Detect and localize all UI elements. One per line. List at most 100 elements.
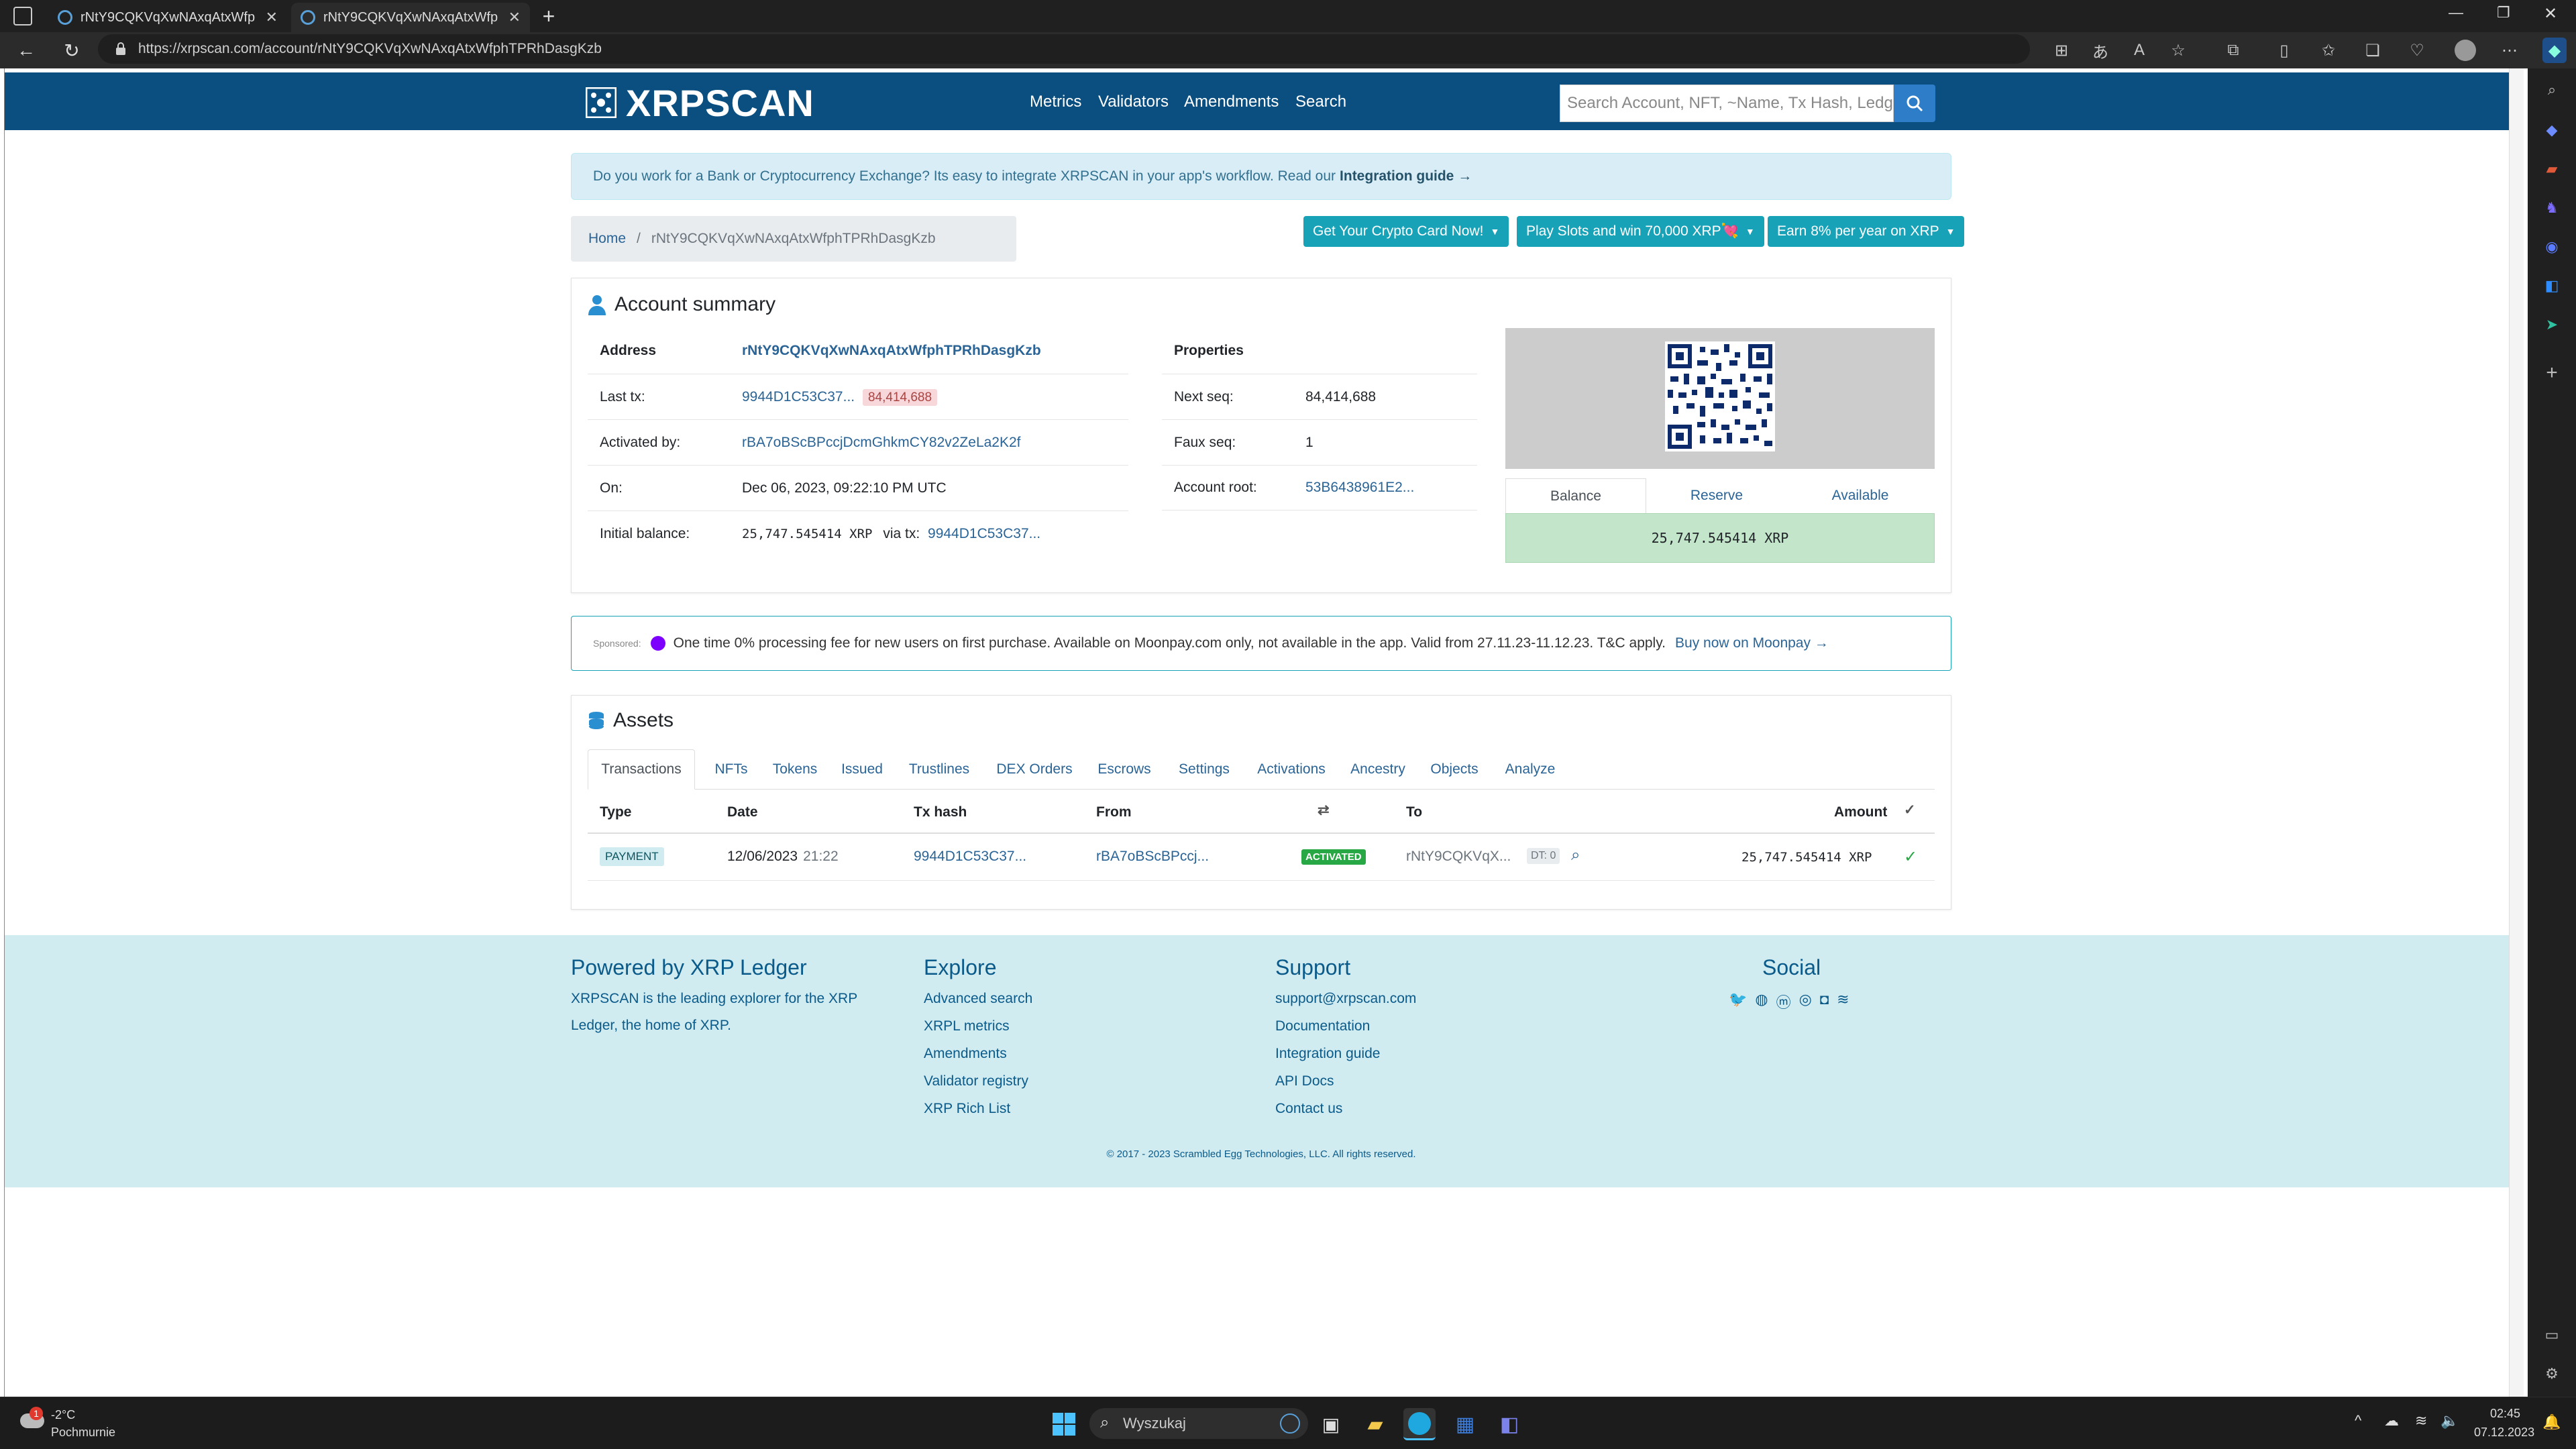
footer-link-rich-list[interactable]: XRP Rich List [924,1101,1032,1117]
app-grid-icon[interactable]: ⊞ [2049,38,2074,63]
nav-search[interactable]: Search [1295,93,1346,111]
page-scrollbar[interactable] [2509,68,2524,1397]
sidebar-add-icon[interactable]: + [2540,361,2564,385]
breadcrumb-home[interactable]: Home [588,231,626,247]
slots-dropdown[interactable]: Play Slots and win 70,000 XRP💘 ▼ [1517,216,1764,247]
tab-nfts[interactable]: NFTs [703,749,759,790]
sidebar-search-icon[interactable]: ⌕ [2540,78,2564,102]
twitter-icon[interactable]: 🐦 [1729,991,1747,1012]
via-tx-link[interactable]: 9944D1C53C37... [928,526,1040,541]
magnifier-icon[interactable]: ⌕ [1571,846,1580,865]
tab-trustlines[interactable]: Trustlines [898,749,981,790]
github-icon[interactable]: ◎ [1799,991,1812,1012]
store-icon[interactable]: ▦ [1449,1408,1481,1440]
tx-hash-link[interactable]: 9944D1C53C37... [914,849,1026,865]
browser-tab-1[interactable]: rNtY9CQKVqXwNAxqAtxWfphTPRhDasgKzb ✕ [48,3,287,32]
tab-balance[interactable]: Balance [1505,478,1646,513]
clock-time[interactable]: 02:45 [2490,1407,2520,1421]
minimize-icon[interactable]: — [2449,4,2463,21]
nav-validators[interactable]: Validators [1098,93,1169,111]
notification-bell-icon[interactable]: 🔔 [2542,1413,2561,1431]
new-tab-icon[interactable]: + [537,4,561,28]
footer-link-xrpl-metrics[interactable]: XRPL metrics [924,1018,1032,1034]
instagram-icon[interactable]: ◘ [1820,991,1829,1012]
url-field[interactable]: https://xrpscan.com/account/rNtY9CQKVqXw… [98,34,2030,64]
read-aloud-icon[interactable]: A [2127,38,2152,63]
sidebar-tools-icon[interactable]: ▰ [2540,157,2564,181]
wifi-icon[interactable]: ≋ [2415,1412,2427,1430]
sidebar-office-icon[interactable]: ◉ [2540,235,2564,259]
tab-actions-icon[interactable] [13,7,32,25]
tab-activations[interactable]: Activations [1248,749,1335,790]
tab-settings[interactable]: Settings [1167,749,1241,790]
account-root-link[interactable]: 53B6438961E2... [1305,480,1414,496]
moonpay-link[interactable]: Buy now on Moonpay → [1675,635,1829,651]
address-link[interactable]: rNtY9CQKVqXwNAxqAtxWfphTPRhDasgKzb [742,343,1041,359]
search-button[interactable] [1894,85,1935,122]
copilot-icon[interactable]: ◆ [2542,38,2567,63]
crypto-card-dropdown[interactable]: Get Your Crypto Card Now! ▼ [1303,216,1509,247]
refresh-icon[interactable]: ↻ [56,35,87,66]
tab-tokens[interactable]: Tokens [763,749,826,790]
chevron-up-icon[interactable]: ^ [2355,1412,2361,1430]
translate-icon[interactable]: あ [2088,38,2113,63]
footer-link-contact[interactable]: Contact us [1275,1101,1416,1117]
split-screen-icon[interactable]: ▯ [2271,38,2297,63]
browser-tab-2[interactable]: rNtY9CQKVqXwNAxqAtxWfphTPRhDasgKzb ✕ [291,3,530,32]
footer-link-amendments[interactable]: Amendments [924,1046,1032,1062]
favorite-star-icon[interactable]: ☆ [2165,38,2191,63]
site-search-input[interactable]: Search Account, NFT, ~Name, Tx Hash, Led… [1560,85,1894,122]
close-tab-icon[interactable]: ✕ [266,9,278,26]
footer-link-advanced-search[interactable]: Advanced search [924,991,1032,1007]
tab-escrows[interactable]: Escrows [1088,749,1161,790]
volume-icon[interactable]: 🔈 [2440,1412,2459,1430]
file-explorer-icon[interactable]: ▰ [1359,1408,1391,1440]
tab-issued[interactable]: Issued [832,749,892,790]
footer-link-support-email[interactable]: support@xrpscan.com [1275,991,1416,1007]
last-tx-link[interactable]: 9944D1C53C37... [742,389,855,405]
favorites-icon[interactable]: ✩ [2316,38,2341,63]
earn-dropdown[interactable]: Earn 8% per year on XRP ▼ [1768,216,1965,247]
taskbar-search[interactable]: ⌕ Wyszukaj [1089,1408,1308,1439]
activated-by-link[interactable]: rBA7oBScBPccjDcmGhkmCY82v2ZeLa2K2f [742,435,1021,451]
footer-link-integration-guide[interactable]: Integration guide [1275,1046,1416,1062]
tab-dex-orders[interactable]: DEX Orders [987,749,1081,790]
tab-analyze[interactable]: Analyze [1493,749,1567,790]
footer-link-api-docs[interactable]: API Docs [1275,1073,1416,1089]
weather-widget[interactable]: 1 [17,1407,44,1434]
tx-from-link[interactable]: rBA7oBScBPccj... [1096,849,1209,865]
tab-ancestry[interactable]: Ancestry [1340,749,1415,790]
xrpl-icon[interactable]: ≋ [1837,991,1849,1012]
sidebar-outlook-icon[interactable]: ◧ [2540,274,2564,298]
clock-date[interactable]: 07.12.2023 [2474,1426,2534,1440]
nav-amendments[interactable]: Amendments [1184,93,1279,111]
sidebar-shopping-icon[interactable]: ◆ [2540,118,2564,142]
restore-icon[interactable]: ❐ [2497,4,2510,21]
sidebar-games-icon[interactable]: ♞ [2540,196,2564,220]
sidebar-settings-icon[interactable]: ⚙ [2540,1362,2564,1386]
nav-metrics[interactable]: Metrics [1030,93,1081,111]
back-icon[interactable]: ← [11,35,42,66]
edge-taskbar-icon[interactable] [1403,1408,1436,1440]
sidebar-send-icon[interactable]: ➤ [2540,313,2564,337]
tab-available[interactable]: Available [1790,478,1931,513]
task-view-icon[interactable]: ▣ [1315,1408,1347,1440]
more-menu-icon[interactable]: ⋯ [2497,38,2522,63]
integration-guide-link[interactable]: Integration guide → [1340,168,1472,184]
xrpscan-logo[interactable]: XRPSCAN [586,82,814,124]
windows-start-icon[interactable] [1048,1408,1080,1440]
mastodon-icon[interactable]: ⓜ [1776,991,1791,1012]
collections-icon[interactable]: ❏ [2360,38,2385,63]
profile-avatar-icon[interactable] [2453,38,2478,63]
close-window-icon[interactable]: ✕ [2544,4,2557,23]
reddit-icon[interactable]: ◍ [1755,991,1768,1012]
close-tab-icon[interactable]: ✕ [508,9,521,26]
footer-link-validator-registry[interactable]: Validator registry [924,1073,1032,1089]
teams-icon[interactable]: ◧ [1493,1408,1525,1440]
extensions-icon[interactable]: ⧉ [2220,38,2246,63]
sidebar-layout-icon[interactable]: ▭ [2540,1323,2564,1347]
swap-direction-icon[interactable]: ⇄ [1318,802,1330,818]
table-row[interactable]: PAYMENT 12/06/2023 21:22 9944D1C53C37...… [588,834,1935,881]
footer-link-documentation[interactable]: Documentation [1275,1018,1416,1034]
tab-reserve[interactable]: Reserve [1646,478,1787,513]
